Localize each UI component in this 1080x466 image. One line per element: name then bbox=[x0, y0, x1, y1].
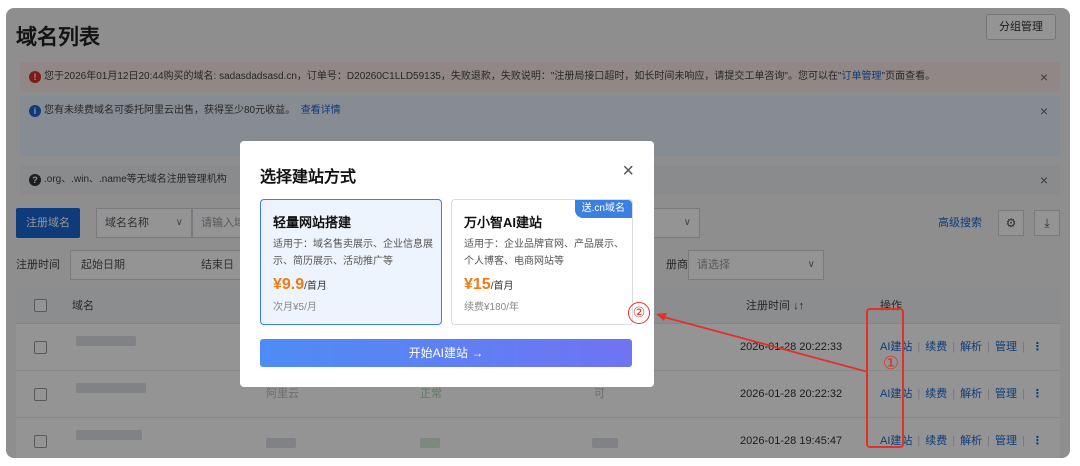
annotation-arrow bbox=[656, 313, 869, 373]
step-1-marker: ① bbox=[882, 353, 900, 373]
step-2-marker: ② bbox=[628, 302, 650, 324]
annotation-highlight-box bbox=[866, 308, 904, 448]
